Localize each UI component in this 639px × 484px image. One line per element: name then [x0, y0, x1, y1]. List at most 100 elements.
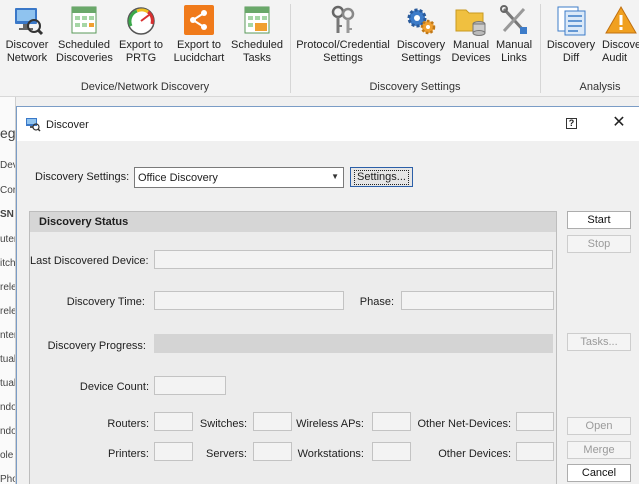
discovery-audit-button[interactable]: Discove Audit: [600, 4, 639, 65]
routers-count-field: [154, 412, 193, 431]
protocol-credential-settings-button[interactable]: Protocol/Credential Settings: [294, 4, 392, 65]
background-list-item: Cor: [0, 185, 16, 196]
discover-network-button[interactable]: Discover Network: [4, 4, 50, 65]
ribbon-separator: [540, 4, 541, 93]
settings-button-label: Settings...: [354, 170, 409, 185]
background-list-item: Pho: [0, 474, 15, 484]
tools-icon: [497, 4, 531, 36]
switches-count-field: [253, 412, 292, 431]
wireless-aps-count-field: [372, 412, 411, 431]
switches-label: Switches:: [199, 418, 247, 430]
phase-label: Phase:: [359, 296, 394, 308]
background-list-item: nter: [0, 330, 16, 341]
lucidchart-share-icon: [182, 4, 216, 36]
background-list-item: ndo: [0, 426, 16, 437]
group-label-analysis: Analysis: [579, 81, 621, 93]
wireless-aps-label: Wireless APs:: [296, 418, 364, 430]
help-button[interactable]: ?: [566, 118, 577, 129]
discovery-status-header: Discovery Status: [30, 212, 556, 232]
manual-links-button[interactable]: Manual Links: [494, 4, 534, 65]
discover-network-icon: [10, 4, 44, 36]
background-list-item: rele: [0, 306, 16, 317]
export-prtg-button[interactable]: Export to PRTG: [116, 4, 166, 65]
scheduled-tasks-button[interactable]: Scheduled Tasks: [230, 4, 284, 65]
background-list-item: uter: [0, 234, 16, 245]
discovery-settings-label: Discovery Settings:: [35, 171, 130, 183]
cancel-button[interactable]: Cancel: [567, 464, 631, 482]
settings-button[interactable]: Settings...: [350, 167, 413, 187]
close-button[interactable]: ✕: [611, 115, 627, 131]
other-devices-label: Other Devices:: [438, 448, 511, 460]
folder-database-icon: [454, 4, 488, 36]
prtg-gauge-icon: [124, 4, 158, 36]
background-list-item: tual: [0, 378, 16, 389]
ribbon-button-label: Scheduled Tasks: [231, 39, 283, 64]
chevron-down-icon: ▼: [331, 172, 339, 181]
start-button[interactable]: Start: [567, 211, 631, 229]
keys-icon: [326, 4, 360, 36]
gears-icon: [404, 4, 438, 36]
group-label-device-discovery: Device/Network Discovery: [80, 81, 210, 93]
last-discovered-device-label: Last Discovered Device:: [30, 255, 149, 267]
discovery-settings-value: Office Discovery: [138, 172, 218, 184]
printers-label: Printers:: [108, 448, 149, 460]
servers-label: Servers:: [206, 448, 247, 460]
ribbon-button-label: Protocol/Credential Settings: [296, 39, 390, 64]
ribbon-separator: [290, 4, 291, 93]
ribbon-button-label: Manual Devices: [451, 39, 491, 64]
background-list-item: Dev: [0, 160, 15, 171]
discover-window-icon: [25, 116, 41, 132]
discovery-progress-label: Discovery Progress:: [47, 340, 146, 352]
discover-dialog: Discover ? ✕ Discovery Settings: Office …: [16, 106, 639, 484]
background-list-item: rele: [0, 282, 16, 293]
ribbon-button-label: Discove Audit: [602, 39, 639, 64]
discovery-settings-dropdown[interactable]: Office Discovery ▼: [134, 167, 344, 188]
merge-button[interactable]: Merge: [567, 441, 631, 459]
other-net-devices-count-field: [516, 412, 554, 431]
phase-field: [401, 291, 554, 310]
diff-icon: [554, 4, 588, 36]
dialog-titlebar[interactable]: Discover ? ✕: [17, 107, 639, 141]
discovery-diff-button[interactable]: Discovery Diff: [544, 4, 598, 65]
ribbon-button-label: Discovery Settings: [396, 39, 446, 64]
manual-devices-button[interactable]: Manual Devices: [450, 4, 492, 65]
background-list-item: ole: [0, 450, 14, 461]
scheduled-discoveries-button[interactable]: Scheduled Discoveries: [56, 4, 113, 65]
scheduled-tasks-icon: [240, 4, 274, 36]
printers-count-field: [154, 442, 193, 461]
ribbon-button-label: Export to Lucidchart: [173, 39, 225, 64]
dialog-title: Discover: [46, 119, 89, 131]
tasks-button[interactable]: Tasks...: [567, 333, 631, 351]
background-list-item: itch: [0, 258, 16, 269]
routers-label: Routers:: [107, 418, 149, 430]
discovery-status-panel: Discovery Status Last Discovered Device:…: [29, 211, 557, 484]
other-devices-count-field: [516, 442, 554, 461]
servers-count-field: [253, 442, 292, 461]
ribbon-button-label: Manual Links: [495, 39, 533, 64]
scheduled-discoveries-icon: [67, 4, 101, 36]
discovery-time-field: [154, 291, 344, 310]
background-list-item: SN: [0, 209, 14, 220]
background-list-item: eg: [0, 125, 16, 141]
workstations-count-field: [372, 442, 411, 461]
group-label-discovery-settings: Discovery Settings: [369, 81, 461, 93]
export-lucidchart-button[interactable]: Export to Lucidchart: [172, 4, 226, 65]
ribbon-button-label: Discover Network: [5, 39, 49, 64]
ribbon-button-label: Discovery Diff: [546, 39, 596, 64]
other-net-devices-label: Other Net-Devices:: [417, 418, 511, 430]
device-count-field: [154, 376, 226, 395]
stop-button[interactable]: Stop: [567, 235, 631, 253]
ribbon-button-label: Scheduled Discoveries: [56, 39, 113, 64]
background-device-list: eg Dev Cor SN uter itch rele rele nter t…: [0, 97, 16, 484]
background-list-item: tual: [0, 354, 16, 365]
open-button[interactable]: Open: [567, 417, 631, 435]
last-discovered-device-field: [154, 250, 553, 269]
ribbon-toolbar: Discover Network Scheduled Discoveries E…: [0, 0, 639, 97]
discovery-settings-button[interactable]: Discovery Settings: [396, 4, 446, 65]
discovery-time-label: Discovery Time:: [66, 296, 145, 308]
background-list-item: ndo: [0, 402, 16, 413]
ribbon-button-label: Export to PRTG: [118, 39, 164, 64]
device-count-label: Device Count:: [79, 381, 149, 393]
discovery-progress-bar: [154, 334, 553, 353]
workstations-label: Workstations:: [297, 448, 364, 460]
